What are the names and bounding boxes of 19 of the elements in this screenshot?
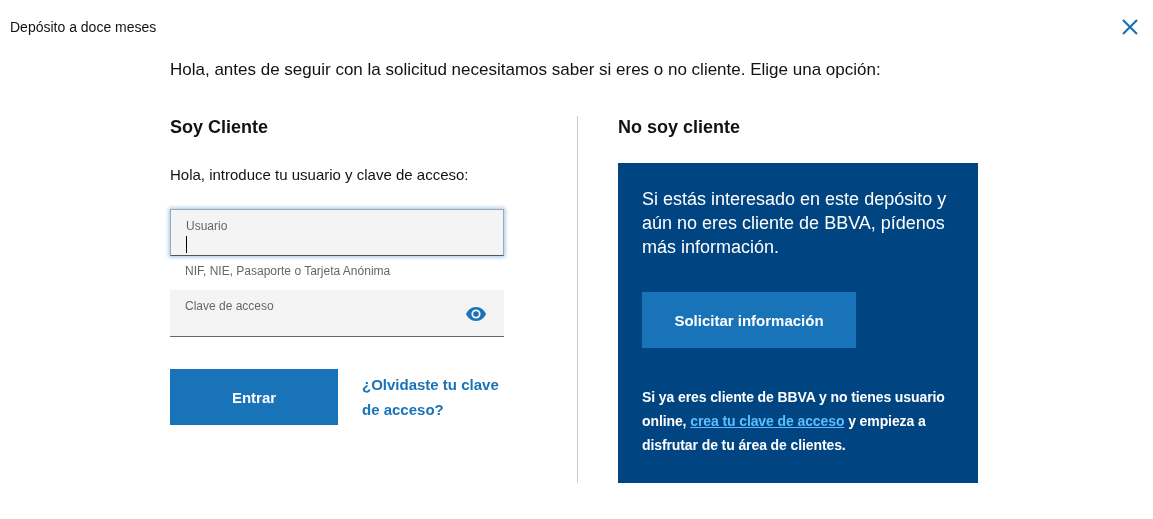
intro-text: Hola, antes de seguir con la solicitud necesitamos saber si eres o no cliente. Elige una opción: <box>170 60 882 80</box>
forgot-password-link[interactable]: ¿Olvidaste tu clave de acceso? <box>362 372 502 422</box>
account-note: Si ya eres cliente de BBVA y no tienes usuario online, crea tu clave de acceso y empieza a disfrutar de tu área de clientes. <box>642 388 946 455</box>
create-password-link[interactable]: crea tu clave de acceso <box>690 413 845 429</box>
window-title: Depósito a doce meses <box>10 19 157 35</box>
field-label: Usuario <box>186 219 228 233</box>
login-prompt: Hola, introduce tu usuario y clave de acceso: <box>170 166 470 183</box>
field-label: Clave de acceso <box>185 299 274 313</box>
text-cursor <box>186 236 187 253</box>
section-heading: No soy cliente <box>618 116 742 138</box>
input-field[interactable]: Usuario <box>170 209 504 256</box>
section-heading: Soy Cliente <box>170 116 270 138</box>
request-info-button[interactable]: Solicitar información <box>642 292 856 348</box>
field-hint: NIF, NIE, Pasaporte o Tarjeta Anónima <box>184 263 392 278</box>
input-field[interactable]: Clave de acceso <box>170 290 504 337</box>
eye-icon[interactable] <box>465 306 487 322</box>
info-message: Si estás interesado en este depósito y aún no eres cliente de BBVA, pídenos más información. <box>642 188 948 259</box>
login-button[interactable]: Entrar <box>170 369 338 425</box>
close-icon[interactable] <box>1121 18 1139 36</box>
